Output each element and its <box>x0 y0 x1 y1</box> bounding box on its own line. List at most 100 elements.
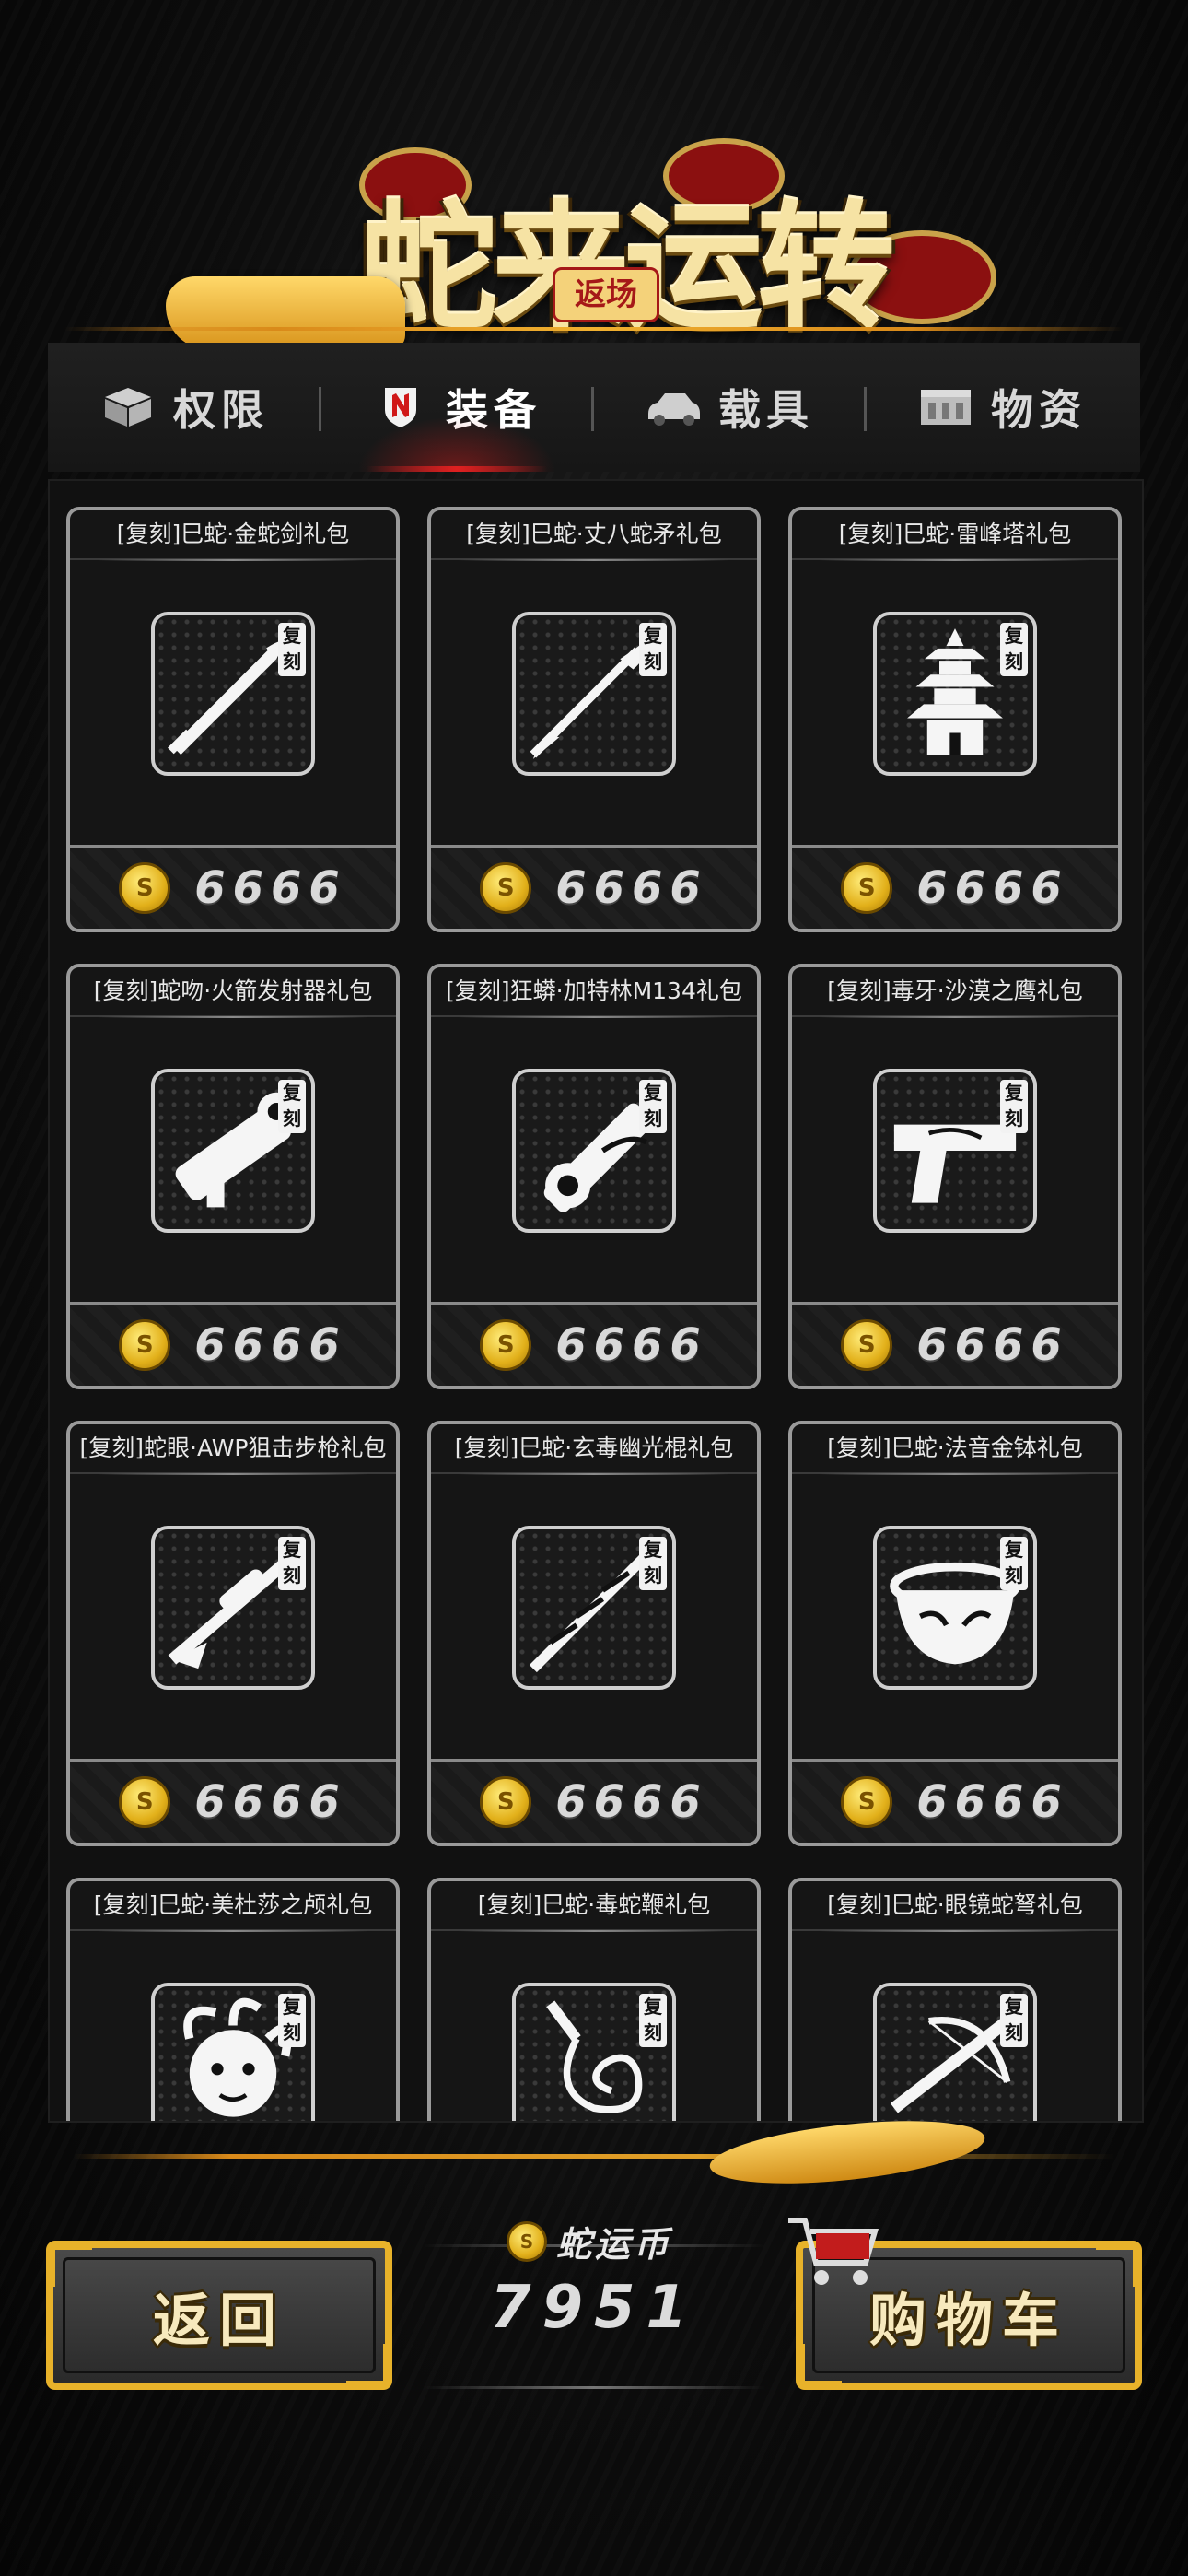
reissue-tag: 复刻 <box>639 1994 667 2047</box>
category-tabs: 权限 装备 载具 物资 <box>48 343 1140 472</box>
reissue-tag: 复刻 <box>639 623 667 676</box>
reissue-tag: 复刻 <box>1000 1080 1028 1133</box>
snake-coin-icon: S <box>507 2220 547 2262</box>
item-title: [复刻]蛇眼·AWP狙击步枪礼包 <box>70 1424 396 1475</box>
item-price: 6666 <box>916 1319 1069 1371</box>
item-card[interactable]: [复刻]巳蛇·丈八蛇矛礼包复刻 S 6666 <box>427 507 761 932</box>
tab-label: 装备 <box>446 385 542 435</box>
price-bar: S 6666 <box>70 845 396 929</box>
currency-balance: 7951 <box>489 2274 699 2342</box>
item-title: [复刻]狂蟒·加特林M134礼包 <box>431 967 757 1018</box>
divider <box>424 2386 764 2389</box>
encore-badge: 返场 <box>553 267 659 322</box>
snake-coin-icon: S <box>119 862 171 914</box>
item-thumbnail: 复刻 <box>512 1983 676 2121</box>
item-card[interactable]: [复刻]巳蛇·毒蛇鞭礼包复刻S6666 <box>427 1878 761 2121</box>
gold-divider <box>64 327 1124 331</box>
price-bar: S 6666 <box>792 1759 1118 1843</box>
shopping-cart-icon <box>788 2218 879 2285</box>
item-price: 6666 <box>555 862 708 914</box>
item-title: [复刻]巳蛇·雷峰塔礼包 <box>792 510 1118 561</box>
price-bar: S 6666 <box>792 1302 1118 1386</box>
item-card[interactable]: [复刻]巳蛇·金蛇剑礼包复刻 S 6666 <box>66 507 400 932</box>
item-card[interactable]: [复刻]巳蛇·法音金钵礼包复刻 S 6666 <box>788 1421 1122 1846</box>
currency-name: 蛇运币 <box>556 2224 673 2265</box>
snake-coin-icon: S <box>841 1776 893 1828</box>
cart-button-label: 购物车 <box>868 2287 1068 2354</box>
price-bar: S 6666 <box>431 845 757 929</box>
item-card[interactable]: [复刻]巳蛇·玄毒幽光棍礼包 复刻 S 6666 <box>427 1421 761 1846</box>
item-price: 6666 <box>555 1776 708 1828</box>
item-card[interactable]: [复刻]蛇吻·火箭发射器礼包复刻 S 6666 <box>66 964 400 1389</box>
tab-label: 载具 <box>718 385 814 435</box>
tab-permissions[interactable]: 权限 <box>48 343 320 472</box>
item-price: 6666 <box>194 1776 347 1828</box>
reissue-tag: 复刻 <box>639 1537 667 1590</box>
item-thumbnail: 复刻 <box>512 1069 676 1233</box>
tab-label: 物资 <box>991 385 1087 435</box>
item-title: [复刻]巳蛇·美杜莎之颅礼包 <box>70 1881 396 1932</box>
snake-coin-icon: S <box>841 862 893 914</box>
item-title: [复刻]毒牙·沙漠之鹰礼包 <box>792 967 1118 1018</box>
item-card[interactable]: [复刻]巳蛇·美杜莎之颅礼包复刻S6666 <box>66 1878 400 2121</box>
item-price: 6666 <box>555 1319 708 1371</box>
reissue-tag: 复刻 <box>278 1080 306 1133</box>
snake-coin-icon: S <box>119 1776 171 1828</box>
item-card[interactable]: [复刻]蛇眼·AWP狙击步枪礼包复刻 S 6666 <box>66 1421 400 1846</box>
item-price: 6666 <box>916 1776 1069 1828</box>
item-price: 6666 <box>194 1319 347 1371</box>
item-card[interactable]: [复刻]毒牙·沙漠之鹰礼包复刻 S 6666 <box>788 964 1122 1389</box>
tab-supplies[interactable]: 物资 <box>866 343 1138 472</box>
item-card[interactable]: [复刻]狂蟒·加特林M134礼包复刻 S 6666 <box>427 964 761 1389</box>
back-button-label: 返回 <box>152 2287 285 2354</box>
reissue-tag: 复刻 <box>1000 623 1028 676</box>
item-thumbnail: 复刻 <box>151 1069 315 1233</box>
reissue-tag: 复刻 <box>1000 1537 1028 1590</box>
item-thumbnail: 复刻 <box>873 612 1037 776</box>
currency-label: S 蛇运币 <box>507 2216 672 2266</box>
item-thumbnail: 复刻 <box>873 1526 1037 1690</box>
reissue-tag: 复刻 <box>278 623 306 676</box>
tab-equipment[interactable]: 装备 <box>320 343 593 472</box>
item-title: [复刻]巳蛇·法音金钵礼包 <box>792 1424 1118 1475</box>
snake-coin-icon: S <box>480 1319 532 1371</box>
item-thumbnail: 复刻 <box>873 1983 1037 2121</box>
item-title: [复刻]巳蛇·眼镜蛇弩礼包 <box>792 1881 1118 1932</box>
item-thumbnail: 复刻 <box>512 1526 676 1690</box>
price-bar: S 6666 <box>431 1759 757 1843</box>
price-bar: S 6666 <box>792 845 1118 929</box>
back-button[interactable]: 返回 <box>46 2241 392 2390</box>
item-title: [复刻]巳蛇·毒蛇鞭礼包 <box>431 1881 757 1932</box>
item-card[interactable]: [复刻]巳蛇·雷峰塔礼包复刻 S 6666 <box>788 507 1122 932</box>
price-bar: S 6666 <box>431 1302 757 1386</box>
item-grid: [复刻]巳蛇·金蛇剑礼包 复刻 S 6666 [复刻]巳蛇·丈八蛇矛礼包 复刻 S 6666[… <box>48 479 1144 2123</box>
tab-label: 权限 <box>173 385 269 435</box>
item-thumbnail: 复刻 <box>151 1983 315 2121</box>
tab-vehicles[interactable]: 载具 <box>593 343 866 472</box>
item-price: 6666 <box>916 862 1069 914</box>
shield-n-icon <box>385 388 416 427</box>
item-thumbnail: 复刻 <box>512 612 676 776</box>
price-bar: S 6666 <box>70 1759 396 1843</box>
snake-coin-icon: S <box>119 1319 171 1371</box>
item-thumbnail: 复刻 <box>873 1069 1037 1233</box>
reissue-tag: 复刻 <box>278 1537 306 1590</box>
item-thumbnail: 复刻 <box>151 1526 315 1690</box>
reissue-tag: 复刻 <box>278 1994 306 2047</box>
item-card[interactable]: [复刻]巳蛇·眼镜蛇弩礼包复刻S6666 <box>788 1878 1122 2121</box>
item-title: [复刻]巳蛇·丈八蛇矛礼包 <box>431 510 757 561</box>
price-bar: S 6666 <box>70 1302 396 1386</box>
item-thumbnail: 复刻 <box>151 612 315 776</box>
reissue-tag: 复刻 <box>639 1080 667 1133</box>
box-icon <box>105 388 151 427</box>
snake-coin-icon: S <box>480 1776 532 1828</box>
gold-snake-decoration <box>166 276 405 350</box>
item-title: [复刻]蛇吻·火箭发射器礼包 <box>70 967 396 1018</box>
item-price: 6666 <box>194 862 347 914</box>
reissue-tag: 复刻 <box>1000 1994 1028 2047</box>
snake-coin-icon: S <box>841 1319 893 1371</box>
crate-icon <box>921 390 971 425</box>
item-title: [复刻]巳蛇·金蛇剑礼包 <box>70 510 396 561</box>
car-icon <box>648 393 700 426</box>
snake-coin-icon: S <box>480 862 532 914</box>
